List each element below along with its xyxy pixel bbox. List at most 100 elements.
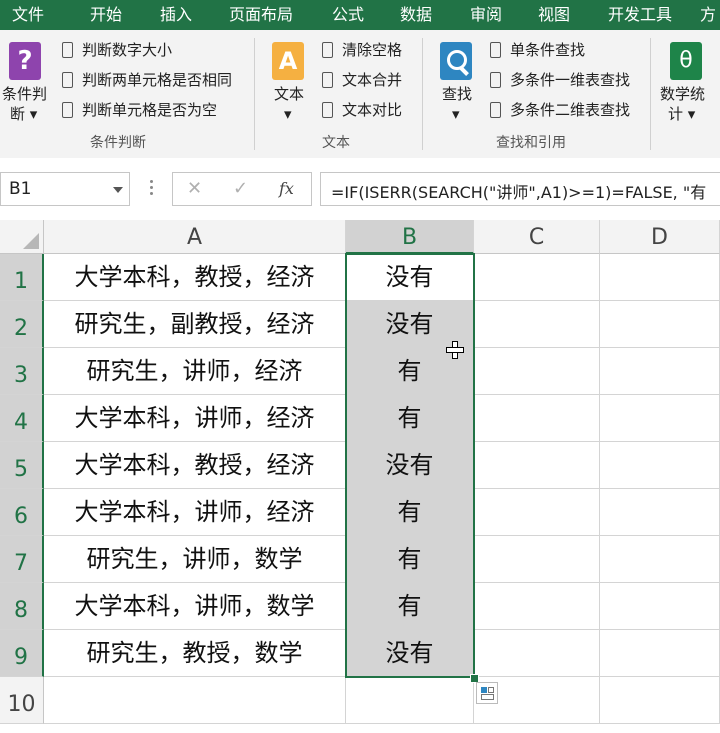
- name-box[interactable]: B1: [0, 172, 130, 206]
- cell-b4[interactable]: 有: [346, 395, 474, 442]
- row-header[interactable]: 6: [0, 489, 44, 536]
- worksheet-grid: A B C D 1 2 3 4 5 6 7 8 9 10 大学本科，教授，经济 …: [0, 220, 720, 724]
- math-stats-label-1: 数学统: [660, 85, 706, 103]
- bookmark-icon: [322, 72, 333, 88]
- select-all-corner[interactable]: [0, 220, 44, 254]
- menu-bar: 文件 开始 插入 页面布局 公式 数据 审阅 视图 开发工具 方: [0, 0, 720, 30]
- cell-c3[interactable]: [474, 348, 600, 395]
- bookmark-icon: [322, 102, 333, 118]
- column-header-a[interactable]: A: [44, 220, 346, 254]
- cell-a5[interactable]: 大学本科，教授，经济: [44, 442, 346, 489]
- math-stats-button[interactable]: θ 数学统 计 ▾: [656, 30, 718, 130]
- column-header-b[interactable]: B: [346, 220, 474, 254]
- cell-d3[interactable]: [600, 348, 720, 395]
- cell-d8[interactable]: [600, 583, 720, 630]
- insert-function-icon[interactable]: fx: [279, 179, 294, 198]
- menu-formulas[interactable]: 公式: [332, 0, 364, 30]
- row-header[interactable]: 4: [0, 395, 44, 442]
- cell-b10[interactable]: [346, 677, 474, 724]
- row-header[interactable]: 9: [0, 630, 44, 677]
- cell-b9[interactable]: 没有: [346, 630, 474, 677]
- menu-insert[interactable]: 插入: [160, 0, 192, 30]
- cell-a7[interactable]: 研究生，讲师，数学: [44, 536, 346, 583]
- cell-c1[interactable]: [474, 254, 600, 301]
- group-separator: [650, 38, 651, 150]
- enter-icon[interactable]: ✓: [233, 178, 248, 199]
- row-header[interactable]: 7: [0, 536, 44, 583]
- chevron-down-icon: ▾: [284, 105, 292, 123]
- cell-a8[interactable]: 大学本科，讲师，数学: [44, 583, 346, 630]
- cell-a1[interactable]: 大学本科，教授，经济: [44, 254, 346, 301]
- menu-file[interactable]: 文件: [12, 0, 44, 30]
- group-separator: [422, 38, 423, 150]
- math-stats-label-2: 计 ▾: [668, 105, 696, 123]
- group-label-find: 查找和引用: [496, 135, 566, 151]
- ribbon: ? 条件判 断 ▾ 判断数字大小 判断两单元格是否相同 判断单元格是否为空 条件…: [0, 30, 720, 159]
- cell-a9[interactable]: 研究生，教授，数学: [44, 630, 346, 677]
- bookmark-icon: [62, 42, 73, 58]
- cell-d7[interactable]: [600, 536, 720, 583]
- menu-home[interactable]: 开始: [90, 0, 122, 30]
- cell-d6[interactable]: [600, 489, 720, 536]
- group-label-condition: 条件判断: [90, 135, 146, 151]
- bookmark-icon: [62, 102, 73, 118]
- menu-more[interactable]: 方: [700, 0, 716, 30]
- cell-b5[interactable]: 没有: [346, 442, 474, 489]
- cell-c9[interactable]: [474, 630, 600, 677]
- cell-a3[interactable]: 研究生，讲师，经济: [44, 348, 346, 395]
- row-header[interactable]: 3: [0, 348, 44, 395]
- cell-d9[interactable]: [600, 630, 720, 677]
- text-a-icon: A: [272, 42, 304, 80]
- column-header-d[interactable]: D: [600, 220, 720, 254]
- column-header-c[interactable]: C: [474, 220, 600, 254]
- menu-view[interactable]: 视图: [538, 0, 570, 30]
- cell-c5[interactable]: [474, 442, 600, 489]
- group-separator: [254, 38, 255, 150]
- text-button[interactable]: A 文本 ▾: [262, 30, 314, 130]
- cell-a2[interactable]: 研究生，副教授，经济: [44, 301, 346, 348]
- cell-c8[interactable]: [474, 583, 600, 630]
- row-header[interactable]: 5: [0, 442, 44, 489]
- bookmark-icon: [322, 42, 333, 58]
- cell-d2[interactable]: [600, 301, 720, 348]
- cell-d4[interactable]: [600, 395, 720, 442]
- cell-a6[interactable]: 大学本科，讲师，经济: [44, 489, 346, 536]
- find-button-label: 查找: [442, 85, 473, 103]
- text-button-label: 文本: [274, 85, 305, 103]
- vertical-dots-icon: [150, 180, 153, 200]
- cell-b1[interactable]: 没有: [346, 254, 474, 301]
- menu-page-layout[interactable]: 页面布局: [229, 0, 293, 30]
- chevron-down-icon[interactable]: [113, 187, 123, 193]
- cell-d1[interactable]: [600, 254, 720, 301]
- cell-d5[interactable]: [600, 442, 720, 489]
- quick-analysis-icon[interactable]: [476, 682, 498, 704]
- menu-developer[interactable]: 开发工具: [608, 0, 672, 30]
- bookmark-icon: [490, 72, 501, 88]
- cell-b7[interactable]: 有: [346, 536, 474, 583]
- row-header[interactable]: 8: [0, 583, 44, 630]
- theta-icon: θ: [670, 42, 702, 80]
- cell-b8[interactable]: 有: [346, 583, 474, 630]
- menu-data[interactable]: 数据: [400, 0, 432, 30]
- cell-a4[interactable]: 大学本科，讲师，经济: [44, 395, 346, 442]
- cell-c6[interactable]: [474, 489, 600, 536]
- menu-review[interactable]: 审阅: [470, 0, 502, 30]
- formula-input[interactable]: =IF(ISERR(SEARCH("讲师",A1)>=1)=FALSE, "有: [320, 172, 720, 206]
- row-header[interactable]: 10: [0, 677, 44, 724]
- condition-button[interactable]: ? 条件判 断 ▾: [0, 30, 54, 130]
- cell-d10[interactable]: [600, 677, 720, 724]
- formula-text: =IF(ISERR(SEARCH("讲师",A1)>=1)=FALSE, "有: [331, 183, 707, 202]
- cell-c2[interactable]: [474, 301, 600, 348]
- find-button[interactable]: 查找 ▾: [432, 30, 484, 130]
- cell-c7[interactable]: [474, 536, 600, 583]
- cell-c4[interactable]: [474, 395, 600, 442]
- bookmark-icon: [490, 102, 501, 118]
- condition-button-label-1: 条件判: [2, 85, 48, 103]
- cell-b6[interactable]: 有: [346, 489, 474, 536]
- chevron-down-icon: ▾: [452, 105, 460, 123]
- name-box-value: B1: [9, 179, 32, 199]
- row-header[interactable]: 2: [0, 301, 44, 348]
- cancel-icon[interactable]: ✕: [187, 178, 202, 199]
- cell-a10[interactable]: [44, 677, 346, 724]
- row-header[interactable]: 1: [0, 254, 44, 301]
